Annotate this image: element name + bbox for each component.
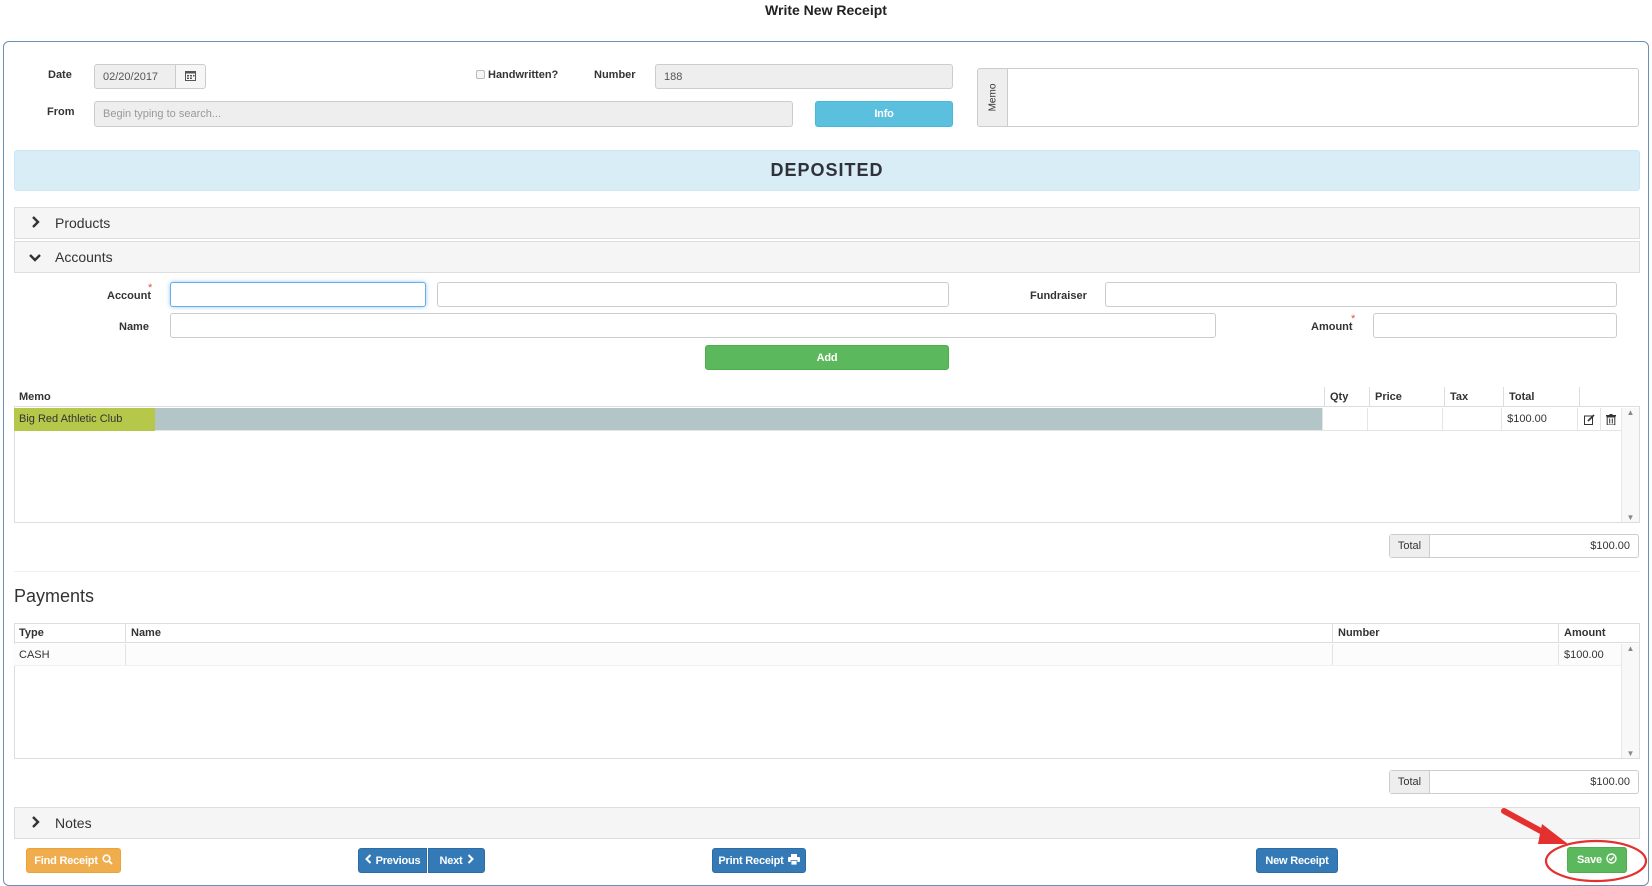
print-receipt-button[interactable]: Print Receipt (712, 848, 806, 873)
row-tax-cell (1443, 408, 1503, 430)
accounts-title: Accounts (55, 249, 113, 265)
accounts-scrollbar[interactable]: ▲ ▼ (1621, 408, 1639, 522)
scroll-down-icon[interactable]: ▼ (1627, 513, 1635, 522)
column-total[interactable]: Total (1504, 387, 1580, 406)
find-receipt-button[interactable]: Find Receipt (26, 848, 121, 873)
payments-title: Payments (14, 586, 95, 606)
accounts-grid-header: Memo Qty Price Tax Total (14, 387, 1640, 407)
row-memo-cell: Big Red Athletic Club (14, 407, 1324, 431)
from-search-input[interactable]: Begin typing to search... (94, 101, 793, 127)
row-total-cell: $100.00 (1502, 408, 1579, 430)
amount-label: Amount (1311, 321, 1353, 333)
annotation-arrow-icon (1501, 808, 1568, 844)
section-divider (14, 571, 1640, 572)
payments-total-value: $100.00 (1590, 776, 1630, 788)
accounts-total-box: Total $100.00 (1389, 534, 1639, 558)
chevron-right-icon (467, 854, 474, 867)
scroll-up-icon[interactable]: ▲ (1627, 408, 1635, 417)
products-panel-header[interactable]: Products (14, 207, 1640, 239)
fundraiser-input[interactable] (1105, 282, 1617, 307)
row-qty-cell (1323, 408, 1369, 430)
number-field[interactable]: 188 (655, 64, 953, 89)
name-input[interactable] (170, 313, 1216, 338)
memo-side-label: Memo (977, 68, 1008, 127)
add-button[interactable]: Add (705, 345, 949, 370)
account-label: Account (107, 290, 151, 302)
date-field[interactable]: 02/20/2017 (94, 64, 176, 89)
date-label: Date (48, 69, 72, 81)
page-title: Write New Receipt (765, 2, 887, 18)
previous-label: Previous (375, 854, 421, 867)
calendar-button[interactable] (175, 64, 206, 89)
number-label: Number (594, 69, 636, 81)
column-tax[interactable]: Tax (1445, 387, 1504, 406)
row-memo-text: Big Red Athletic Club (14, 407, 155, 431)
annotation-ellipse (1544, 839, 1648, 883)
payment-name-cell (126, 644, 1333, 665)
chevron-left-icon (364, 854, 372, 867)
new-receipt-button[interactable]: New Receipt (1256, 848, 1338, 873)
find-receipt-label: Find Receipt (34, 854, 98, 867)
print-icon (787, 853, 800, 868)
column-memo[interactable]: Memo (14, 387, 1325, 406)
chevron-down-icon (15, 249, 55, 265)
info-button[interactable]: Info (815, 101, 953, 127)
row-price-cell (1368, 408, 1444, 430)
accounts-total-value: $100.00 (1590, 540, 1630, 552)
table-row[interactable]: Big Red Athletic Club $100.00 (14, 407, 1621, 431)
column-actions (1580, 387, 1640, 406)
account-required-mark: * (148, 282, 153, 294)
payments-scrollbar[interactable]: ▲ ▼ (1621, 644, 1639, 758)
column-price[interactable]: Price (1370, 387, 1445, 406)
scroll-up-icon[interactable]: ▲ (1627, 644, 1635, 653)
annotation-overlay (1501, 808, 1648, 883)
edit-icon[interactable] (1578, 408, 1602, 430)
notes-panel-header[interactable]: Notes (14, 807, 1640, 839)
trash-icon[interactable] (1601, 408, 1621, 430)
from-label: From (47, 106, 75, 118)
column-type[interactable]: Type (14, 623, 126, 642)
previous-button[interactable]: Previous (358, 848, 427, 873)
next-label: Next (439, 854, 463, 867)
name-label: Name (119, 321, 149, 333)
products-title: Products (55, 215, 111, 231)
payment-type-cell: CASH (14, 644, 126, 665)
search-icon (102, 853, 113, 868)
fundraiser-label: Fundraiser (1030, 290, 1087, 302)
payments-grid-header: Type Name Number Amount (14, 623, 1640, 643)
amount-input[interactable] (1373, 313, 1617, 338)
memo-label: Memo (987, 83, 999, 112)
accounts-panel-header[interactable]: Accounts (14, 241, 1640, 273)
column-name[interactable]: Name (126, 623, 1333, 642)
chevron-right-icon (15, 815, 55, 831)
payments-total-box: Total $100.00 (1389, 770, 1639, 794)
handwritten-checkbox[interactable] (476, 70, 485, 79)
scroll-down-icon[interactable]: ▼ (1627, 749, 1635, 758)
chevron-right-icon (15, 215, 55, 231)
amount-required-mark: * (1351, 313, 1356, 325)
account-description-input[interactable] (437, 282, 949, 307)
payment-number-cell (1333, 644, 1559, 665)
calendar-icon (185, 70, 196, 84)
payment-amount-cell: $100.00 (1564, 648, 1604, 661)
handwritten-label: Handwritten? (488, 69, 559, 81)
print-receipt-label: Print Receipt (718, 854, 784, 867)
column-number[interactable]: Number (1333, 623, 1559, 642)
table-row[interactable]: CASH $100.00 (14, 644, 1621, 666)
status-banner: DEPOSITED (14, 150, 1640, 191)
accounts-total-label: Total (1390, 535, 1430, 557)
notes-title: Notes (55, 815, 92, 831)
next-button[interactable]: Next (428, 848, 485, 873)
memo-textarea[interactable] (1007, 68, 1639, 127)
payments-total-label: Total (1390, 771, 1430, 793)
column-amount[interactable]: Amount (1559, 623, 1640, 642)
column-qty[interactable]: Qty (1325, 387, 1370, 406)
account-code-input[interactable] (170, 282, 426, 307)
